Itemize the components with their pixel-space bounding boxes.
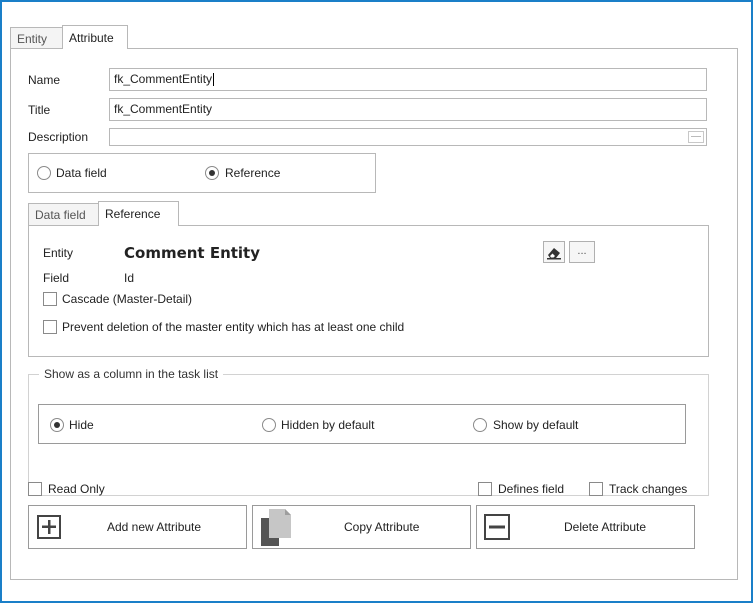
delete-attribute-label: Delete Attribute <box>564 520 647 534</box>
show-by-default-radio-label: Show by default <box>493 418 579 432</box>
cascade-label: Cascade (Master-Detail) <box>62 292 193 306</box>
subtab-data-field[interactable]: Data field <box>28 203 99 225</box>
task-list-options: Hide Hidden by default Show by default <box>38 404 686 444</box>
copy-attribute-button[interactable]: Copy Attribute <box>252 505 471 549</box>
add-icon <box>37 515 61 539</box>
reference-radio[interactable] <box>205 166 219 180</box>
defines-field-label: Defines field <box>498 482 565 496</box>
tab-attribute-label: Attribute <box>69 31 114 45</box>
title-label: Title <box>28 103 51 117</box>
copy-attribute-label: Copy Attribute <box>344 520 420 534</box>
read-only-checkbox[interactable] <box>28 482 42 496</box>
expand-editor-icon[interactable] <box>688 131 704 143</box>
reference-radio-label: Reference <box>225 166 281 180</box>
title-field-value: fk_CommentEntity <box>114 102 213 116</box>
reference-entity-value: Comment Entity <box>124 244 261 262</box>
text-caret <box>213 73 215 87</box>
delete-attribute-button[interactable]: Delete Attribute <box>476 505 695 549</box>
name-label: Name <box>28 73 61 87</box>
reference-entity-label: Entity <box>43 246 74 260</box>
hide-radio[interactable] <box>50 418 64 432</box>
description-field[interactable] <box>109 128 707 146</box>
reference-field-label: Field <box>43 271 70 285</box>
prevent-deletion-checkbox[interactable] <box>43 320 57 334</box>
subtab-reference-label: Reference <box>105 207 161 221</box>
data-field-radio[interactable] <box>37 166 51 180</box>
reference-panel: Entity Comment Entity ... Field Id Casca… <box>28 225 709 357</box>
browse-entity-label: ... <box>577 245 587 257</box>
attribute-editor-window: Entity Attribute Name fk_CommentEntity T… <box>0 0 753 603</box>
cascade-checkbox[interactable] <box>43 292 57 306</box>
name-field[interactable]: fk_CommentEntity <box>109 68 707 91</box>
defines-field-checkbox[interactable] <box>478 482 492 496</box>
subtab-data-field-label: Data field <box>35 208 86 222</box>
subtab-reference[interactable]: Reference <box>98 201 179 226</box>
track-changes-label: Track changes <box>609 482 688 496</box>
hidden-by-default-radio-label: Hidden by default <box>281 418 375 432</box>
browse-entity-button[interactable]: ... <box>569 241 595 263</box>
field-type-group: Data field Reference <box>28 153 376 193</box>
tab-attribute[interactable]: Attribute <box>62 25 128 49</box>
clear-reference-button[interactable] <box>543 241 565 263</box>
tab-entity-label: Entity <box>17 32 48 46</box>
data-field-radio-label: Data field <box>56 166 107 180</box>
add-attribute-button[interactable]: Add new Attribute <box>28 505 247 549</box>
read-only-label: Read Only <box>48 482 105 496</box>
task-list-group: Show as a column in the task list Hide H… <box>28 367 709 496</box>
description-label: Description <box>28 130 89 144</box>
reference-field-value: Id <box>124 271 135 285</box>
add-attribute-label: Add new Attribute <box>107 520 202 534</box>
delete-icon <box>484 514 510 540</box>
track-changes-checkbox[interactable] <box>589 482 603 496</box>
hidden-by-default-radio[interactable] <box>262 418 276 432</box>
prevent-deletion-label: Prevent deletion of the master entity wh… <box>62 320 405 334</box>
tab-entity[interactable]: Entity <box>10 27 63 49</box>
title-field[interactable]: fk_CommentEntity <box>109 98 707 121</box>
show-by-default-radio[interactable] <box>473 418 487 432</box>
name-field-value: fk_CommentEntity <box>114 72 213 86</box>
attribute-panel: Name fk_CommentEntity Title fk_CommentEn… <box>10 48 738 580</box>
copy-icon <box>261 509 291 546</box>
eraser-icon <box>547 248 561 260</box>
task-list-legend: Show as a column in the task list <box>39 367 224 381</box>
hide-radio-label: Hide <box>69 418 94 432</box>
